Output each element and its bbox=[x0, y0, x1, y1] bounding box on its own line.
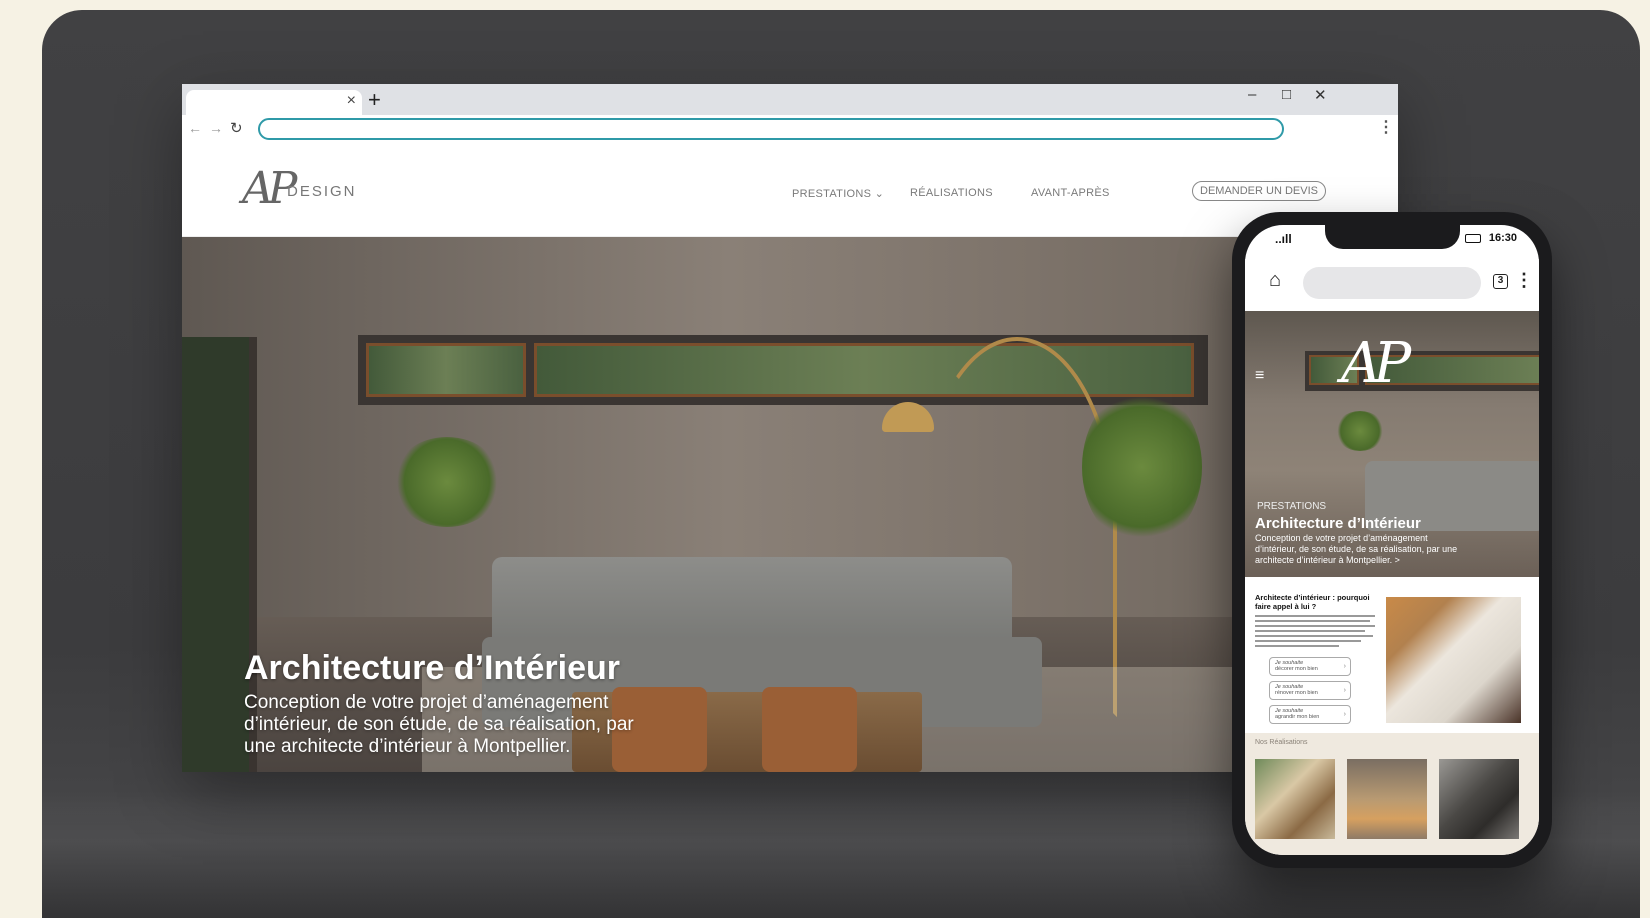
gallery-label: Nos Réalisations bbox=[1255, 739, 1308, 746]
chevron-right-icon: › bbox=[1343, 663, 1346, 670]
browser-window: × + – □ ✕ ← → ↻ ⋮ AP DESIGN PRESTATIONS … bbox=[182, 84, 1398, 772]
mobile-logo-monogram[interactable]: AP bbox=[1341, 331, 1411, 396]
mobile-hero-photo-plant bbox=[1335, 411, 1385, 451]
renovate-property-button[interactable]: Je souhaite rénover mon bien › bbox=[1269, 681, 1351, 700]
reload-icon[interactable]: ↻ bbox=[230, 119, 243, 137]
hamburger-menu-icon[interactable]: ≡ bbox=[1255, 367, 1264, 385]
hero-section: Architecture d’Intérieur Conception de v… bbox=[182, 237, 1398, 772]
mobile-hero: ≡ AP PRESTATIONS Architecture d’Intérieu… bbox=[1245, 311, 1539, 577]
signal-icon: ..ıll bbox=[1275, 232, 1292, 246]
maximize-icon[interactable]: □ bbox=[1282, 86, 1291, 103]
new-tab-icon[interactable]: + bbox=[368, 87, 381, 113]
forward-arrow-icon[interactable]: → bbox=[209, 120, 223, 136]
mobile-menu-icon[interactable]: ⋮ bbox=[1515, 270, 1533, 291]
hero-title: Architecture d’Intérieur bbox=[244, 649, 620, 687]
hero-photo-pouf bbox=[762, 687, 857, 772]
close-window-icon[interactable]: ✕ bbox=[1314, 86, 1327, 104]
nav-avant-apres[interactable]: AVANT-APRÈS bbox=[1031, 187, 1110, 199]
extend-property-button[interactable]: Je souhaite agrandir mon bien › bbox=[1269, 705, 1351, 724]
mobile-article-section: Architecte d’intérieur : pourquoi faire … bbox=[1245, 577, 1539, 733]
battery-icon bbox=[1465, 234, 1481, 243]
phone-mockup: ..ıll 16:30 ⌂ 3 ⋮ ≡ AP PRESTATIONS Archi… bbox=[1232, 212, 1552, 868]
nav-realisations[interactable]: RÉALISATIONS bbox=[910, 187, 993, 199]
mobile-gallery-section: Nos Réalisations bbox=[1245, 733, 1539, 855]
gallery-thumbnail[interactable] bbox=[1255, 759, 1335, 839]
mobile-browser-toolbar: ⌂ 3 ⋮ bbox=[1245, 259, 1539, 303]
browser-tab[interactable]: × bbox=[186, 90, 362, 115]
article-image bbox=[1386, 597, 1521, 723]
mobile-hero-eyebrow: PRESTATIONS bbox=[1257, 501, 1327, 512]
chevron-right-icon: › bbox=[1343, 687, 1346, 694]
nav-prestations[interactable]: PRESTATIONS ⌄ bbox=[792, 187, 884, 200]
minimize-icon[interactable]: – bbox=[1248, 86, 1256, 103]
mobile-hero-description[interactable]: Conception de votre projet d’aménagement… bbox=[1255, 533, 1465, 566]
phone-screen: ..ıll 16:30 ⌂ 3 ⋮ ≡ AP PRESTATIONS Archi… bbox=[1245, 225, 1539, 855]
back-arrow-icon[interactable]: ← bbox=[188, 120, 202, 136]
logo-wordmark[interactable]: DESIGN bbox=[287, 183, 357, 200]
article-body-placeholder bbox=[1255, 615, 1375, 650]
status-time: 16:30 bbox=[1488, 232, 1517, 244]
hero-photo-plant bbox=[1082, 387, 1202, 547]
article-title: Architecte d’intérieur : pourquoi faire … bbox=[1255, 593, 1370, 611]
chevron-right-icon: › bbox=[1343, 711, 1346, 718]
address-bar[interactable] bbox=[258, 118, 1284, 140]
tab-strip: × + – □ ✕ bbox=[182, 84, 1398, 115]
mobile-address-bar[interactable] bbox=[1303, 267, 1481, 299]
request-quote-button[interactable]: DEMANDER UN DEVIS bbox=[1192, 181, 1326, 201]
mobile-hero-title: Architecture d’Intérieur bbox=[1255, 515, 1421, 532]
browser-toolbar: ← → ↻ ⋮ bbox=[182, 115, 1398, 145]
gallery-thumbnail[interactable] bbox=[1347, 759, 1427, 839]
gallery-thumbnail[interactable] bbox=[1439, 759, 1519, 839]
logo-monogram[interactable]: AP bbox=[242, 163, 297, 214]
site-header: AP DESIGN PRESTATIONS ⌄ RÉALISATIONS AVA… bbox=[182, 145, 1398, 237]
home-icon[interactable]: ⌂ bbox=[1269, 269, 1281, 292]
hero-photo-plant bbox=[392, 437, 502, 527]
phone-notch bbox=[1325, 225, 1460, 249]
browser-menu-icon[interactable]: ⋮ bbox=[1378, 117, 1394, 137]
hero-description: Conception de votre projet d’aménagement… bbox=[244, 692, 634, 757]
tab-count-icon[interactable]: 3 bbox=[1493, 274, 1508, 289]
decorate-property-button[interactable]: Je souhaite décorer mon bien › bbox=[1269, 657, 1351, 676]
tab-close-icon[interactable]: × bbox=[347, 92, 356, 110]
